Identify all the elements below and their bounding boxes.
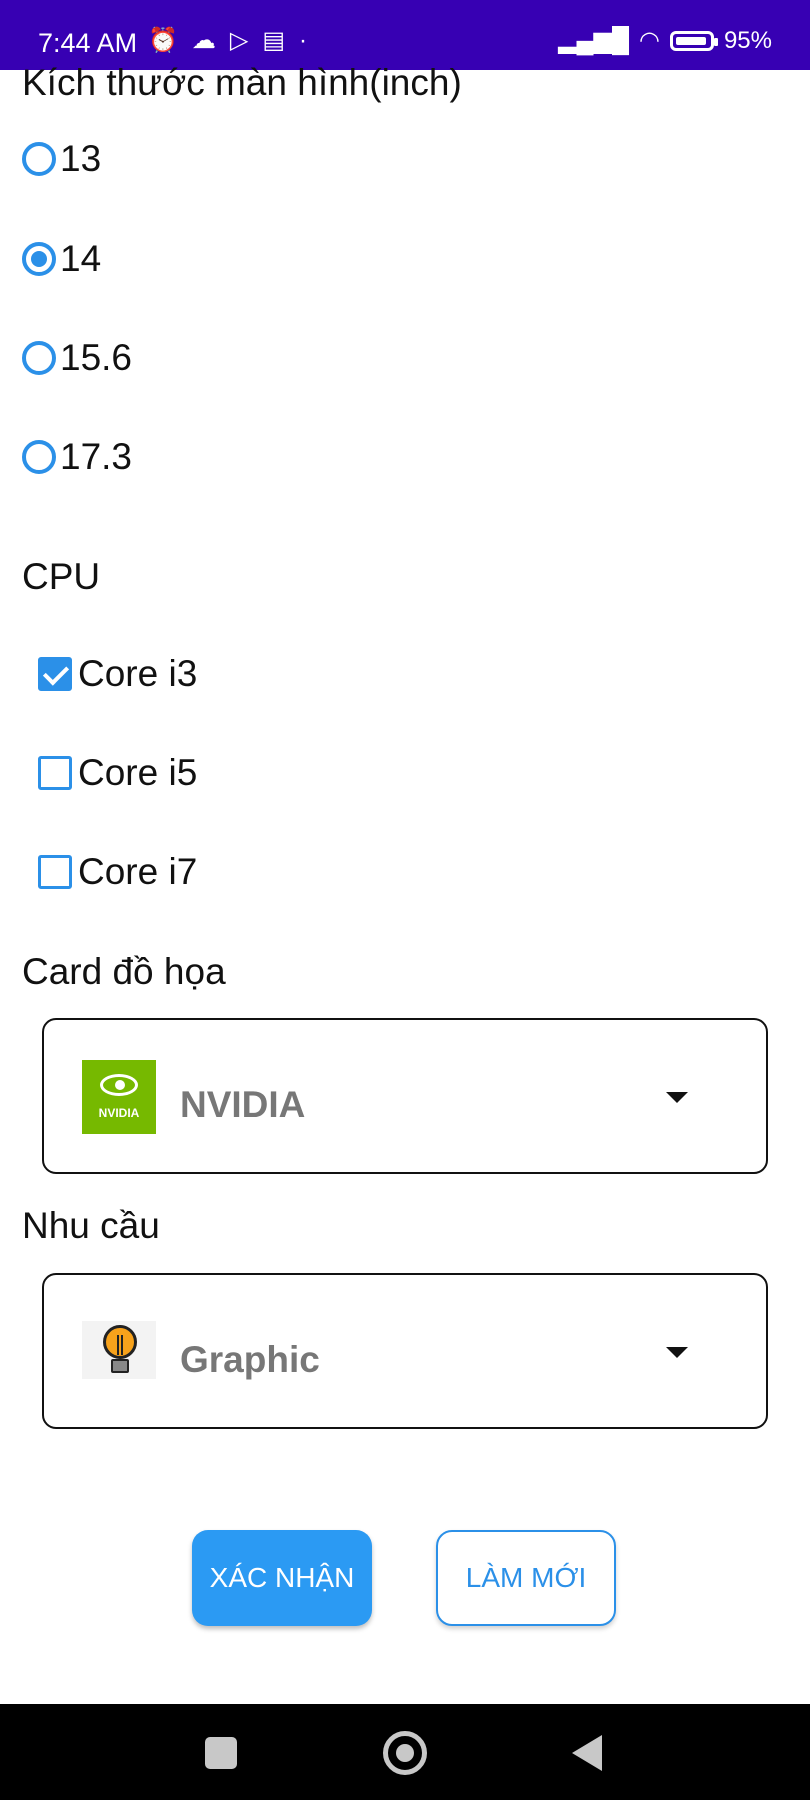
bulb-filament: [117, 1335, 123, 1355]
graphics-card-dropdown[interactable]: NVIDIA NVIDIA: [42, 1018, 768, 1174]
needs-dropdown[interactable]: Graphic: [42, 1273, 768, 1429]
checkbox-label: Core i5: [78, 752, 198, 793]
checkbox[interactable]: [38, 855, 72, 889]
radio-label: 17.3: [60, 436, 133, 477]
radio-button[interactable]: [22, 142, 56, 176]
bulb-base: [111, 1359, 129, 1373]
nvidia-eye-icon: [100, 1074, 138, 1096]
alarm-icon: ⏰: [148, 27, 178, 54]
radio-option-17-3[interactable]: 17.3: [22, 436, 132, 478]
checkbox-core-i5[interactable]: Core i5: [22, 752, 197, 794]
status-right-icons: ▂▄▆█ ◠ 95%: [558, 26, 772, 55]
checkbox-label: Core i7: [78, 851, 198, 892]
graphics-card-title: Card đồ họa: [22, 951, 226, 992]
needs-title: Nhu cầu: [22, 1205, 160, 1246]
confirm-button[interactable]: XÁC NHẬN: [192, 1530, 372, 1626]
back-icon[interactable]: [572, 1735, 602, 1771]
checkbox-label: Core i3: [78, 653, 198, 694]
cloud-icon: ☁: [191, 27, 216, 54]
nvidia-logo-icon: NVIDIA: [82, 1060, 156, 1134]
cpu-title: CPU: [22, 556, 101, 597]
checkbox-core-i3[interactable]: Core i3: [22, 653, 197, 695]
recent-apps-icon[interactable]: [205, 1737, 237, 1769]
radio-button[interactable]: [22, 440, 56, 474]
status-time: 7:44 AM: [38, 28, 138, 58]
radio-option-15-6[interactable]: 15.6: [22, 337, 132, 379]
dot-icon: ·: [299, 26, 308, 54]
play-icon: ▷: [229, 27, 249, 54]
radio-label: 13: [60, 138, 102, 179]
radio-option-14[interactable]: 14: [22, 238, 101, 280]
status-bar: 7:44 AM ⏰ ☁ ▷ ▤ · ▂▄▆█ ◠ 95%: [0, 0, 810, 70]
chevron-down-icon[interactable]: [666, 1347, 688, 1358]
battery-icon: [669, 30, 718, 51]
checkbox-checked[interactable]: [38, 657, 72, 691]
checkbox-core-i7[interactable]: Core i7: [22, 851, 197, 893]
screen-size-title: Kích thước màn hình(inch): [22, 62, 462, 103]
chevron-down-icon[interactable]: [666, 1092, 688, 1103]
signal-icon: ▂▄▆█: [558, 27, 629, 54]
reset-button[interactable]: LÀM MỚI: [436, 1530, 616, 1626]
radio-button[interactable]: [22, 341, 56, 375]
radio-label: 14: [60, 238, 102, 279]
sim-icon: ▤: [262, 27, 286, 54]
home-icon[interactable]: [383, 1731, 427, 1775]
navigation-bar: [0, 1704, 810, 1800]
radio-label: 15.6: [60, 337, 133, 378]
battery-percent: 95%: [723, 26, 772, 54]
lightbulb-icon: [82, 1321, 156, 1379]
graphics-card-selected: NVIDIA: [180, 1084, 306, 1125]
checkbox[interactable]: [38, 756, 72, 790]
nvidia-logo-text: NVIDIA: [98, 1106, 140, 1120]
radio-option-13[interactable]: 13: [22, 138, 101, 180]
radio-button-selected[interactable]: [22, 242, 56, 276]
status-left-icons: ⏰ ☁ ▷ ▤ ·: [148, 26, 307, 55]
wifi-icon: ◠: [639, 27, 660, 54]
needs-selected: Graphic: [180, 1339, 320, 1380]
